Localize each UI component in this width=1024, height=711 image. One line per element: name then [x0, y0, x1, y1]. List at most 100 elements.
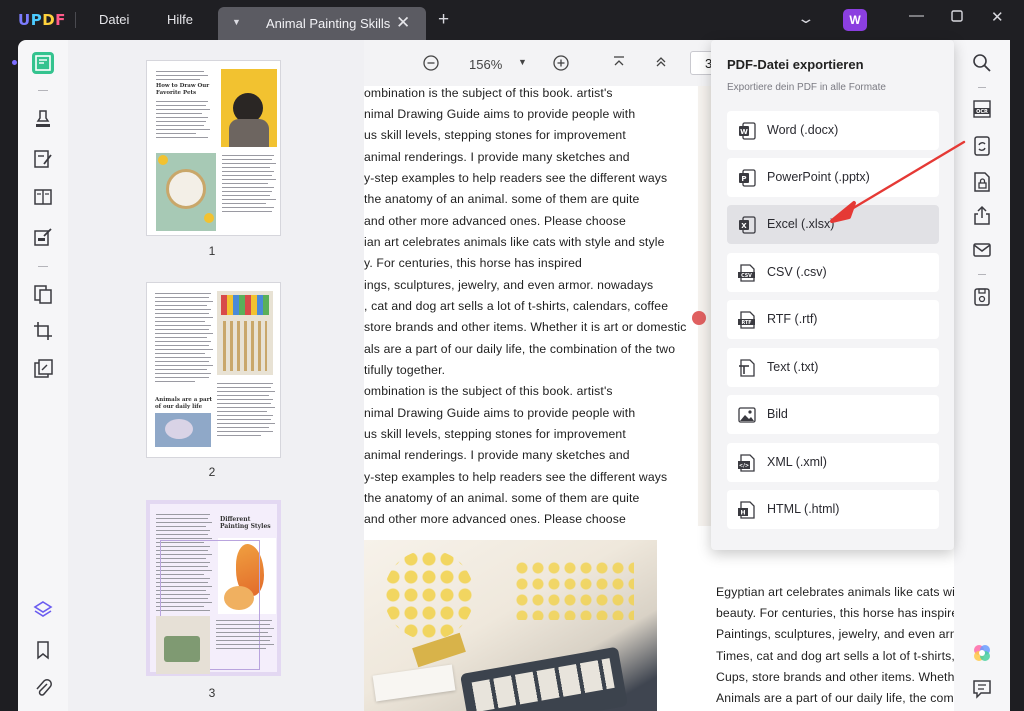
text-line: ombination is the subject of this book. … [364, 86, 613, 100]
export-excel-option[interactable]: X Excel (.xlsx) [727, 205, 939, 244]
html-icon: H [738, 501, 755, 519]
panel-subtitle: Exportiere dein PDF in alle Formate [727, 82, 886, 93]
page-thumbnail-1[interactable]: How to Draw Our Favorite Pets [146, 60, 281, 236]
option-label: Bild [767, 407, 788, 421]
email-icon[interactable] [971, 239, 993, 261]
export-rtf-option[interactable]: RTF RTF (.rtf) [727, 300, 939, 339]
option-label: RTF (.rtf) [767, 312, 818, 326]
comment-highlighter-icon[interactable] [32, 108, 54, 130]
export-html-option[interactable]: H HTML (.html) [727, 490, 939, 529]
zoom-in-button[interactable] [553, 55, 569, 74]
toolbar-divider [978, 87, 986, 88]
paint-tools-thumbnail [156, 616, 210, 674]
text-line: , cat and dog art sells a lot of t-shirt… [364, 299, 669, 313]
ai-assistant-icon[interactable] [971, 642, 993, 664]
edit-pdf-icon[interactable] [32, 148, 54, 170]
reader-mode-icon[interactable] [32, 52, 54, 74]
menu-datei[interactable]: Datei [99, 12, 129, 27]
search-icon[interactable] [971, 52, 993, 74]
thumbnail-heading: How to Draw Our Favorite Pets [156, 83, 210, 96]
window-edge-left [0, 40, 18, 711]
option-label: PowerPoint (.pptx) [767, 170, 870, 184]
bookmark-icon[interactable] [32, 639, 54, 661]
text-line: Cups, store brands and other items. Whet… [716, 670, 954, 684]
menu-hilfe[interactable]: Hilfe [167, 12, 193, 27]
first-page-icon[interactable] [612, 55, 626, 72]
text-icon [739, 359, 755, 377]
export-csv-option[interactable]: CSV CSV (.csv) [727, 253, 939, 292]
organize-pages-icon[interactable] [32, 186, 54, 208]
export-image-option[interactable]: Bild [727, 395, 939, 434]
page-thumbnail-2[interactable]: Animals are a part of our daily life [146, 282, 281, 458]
export-powerpoint-option[interactable]: P PowerPoint (.pptx) [727, 158, 939, 197]
toolbar-divider [978, 274, 986, 275]
save-icon[interactable] [971, 286, 993, 308]
art-supplies-photo [364, 540, 657, 711]
svg-text:W: W [740, 128, 748, 136]
page-number-2: 2 [208, 465, 216, 479]
word-icon: W [739, 122, 756, 140]
toolbar-divider [38, 90, 48, 91]
export-pdf-icon[interactable] [971, 135, 993, 157]
text-line: Times, cat and dog art sells a lot of t-… [716, 649, 954, 663]
zoom-dropdown-icon[interactable]: ▼ [518, 57, 527, 67]
compress-icon[interactable] [32, 358, 54, 380]
page-number-3: 3 [208, 686, 216, 700]
text-line: beauty. For centuries, this horse has in… [716, 606, 954, 620]
layers-icon[interactable] [32, 599, 54, 621]
powerpoint-icon: P [739, 169, 756, 187]
option-label: Text (.txt) [767, 360, 819, 374]
export-xml-option[interactable]: </> XML (.xml) [727, 443, 939, 482]
text-line: tifully together. [364, 363, 446, 377]
export-word-option[interactable]: W Word (.docx) [727, 111, 939, 150]
attachment-icon[interactable] [32, 677, 54, 699]
painting-photo-thumbnail [155, 413, 211, 447]
rtf-icon: RTF [738, 311, 755, 329]
text-line: and other more advanced ones. Please cho… [364, 512, 626, 526]
zoom-out-button[interactable] [423, 55, 439, 74]
title-divider [75, 12, 76, 28]
comment-list-icon[interactable] [971, 678, 993, 700]
title-bar: UPDF Datei Hilfe ▼ Animal Painting Skill… [0, 0, 1024, 40]
tab-dropdown-icon[interactable]: ▼ [232, 17, 241, 27]
text-line: and other more advanced ones. Please cho… [364, 214, 626, 228]
protect-icon[interactable] [971, 171, 993, 193]
maximize-icon[interactable] [950, 9, 964, 27]
ocr-icon[interactable]: OCR [971, 98, 993, 120]
app-logo: UPDF [18, 11, 66, 29]
xml-icon: </> [738, 454, 755, 472]
chevron-down-icon[interactable]: ⌄ [796, 10, 815, 27]
tab-close-icon[interactable]: ✕ [396, 13, 410, 33]
share-icon[interactable] [971, 205, 993, 227]
export-text-option[interactable]: Text (.txt) [727, 348, 939, 387]
panel-title: PDF-Datei exportieren [727, 57, 864, 72]
text-line: ings, sculptures, jewelry, and even armo… [364, 278, 654, 292]
svg-text:X: X [741, 222, 747, 230]
user-avatar[interactable]: W [843, 9, 867, 31]
text-line: the anatomy of an animal. some of them a… [364, 192, 640, 206]
text-line: y-step examples to help readers see the … [364, 470, 668, 484]
text-line: nimal Drawing Guide aims to provide peop… [364, 406, 636, 420]
thumbnail-heading: Different Painting Styles [220, 516, 271, 530]
text-line: nimal Drawing Guide aims to provide peop… [364, 107, 636, 121]
close-window-icon[interactable]: ✕ [991, 8, 1004, 26]
excel-icon: X [739, 216, 756, 234]
new-tab-button[interactable]: + [438, 9, 449, 31]
text-line: Paintings, sculptures, jewelry, and even… [716, 627, 954, 641]
option-label: Word (.docx) [767, 123, 839, 137]
document-tab[interactable]: ▼ Animal Painting Skills ✕ [218, 7, 426, 40]
zoom-level[interactable]: 156% [469, 57, 502, 72]
page-tools-icon[interactable] [32, 283, 54, 305]
previous-page-icon[interactable] [654, 55, 668, 72]
svg-text:</>: </> [739, 463, 749, 469]
svg-text:OCR: OCR [976, 109, 988, 115]
text-line: als are a part of our daily life, the co… [364, 342, 676, 356]
form-edit-icon[interactable] [32, 226, 54, 248]
thumbnail-heading: Animals are a part of our daily life [155, 397, 213, 410]
text-line: us skill levels, stepping stones for imp… [364, 427, 626, 441]
text-line: us skill levels, stepping stones for imp… [364, 128, 626, 142]
svg-text:RTF: RTF [741, 320, 751, 326]
page-thumbnail-3[interactable]: Different Painting Styles [146, 500, 281, 676]
minimize-icon[interactable]: — [909, 7, 924, 24]
crop-icon[interactable] [32, 320, 54, 342]
